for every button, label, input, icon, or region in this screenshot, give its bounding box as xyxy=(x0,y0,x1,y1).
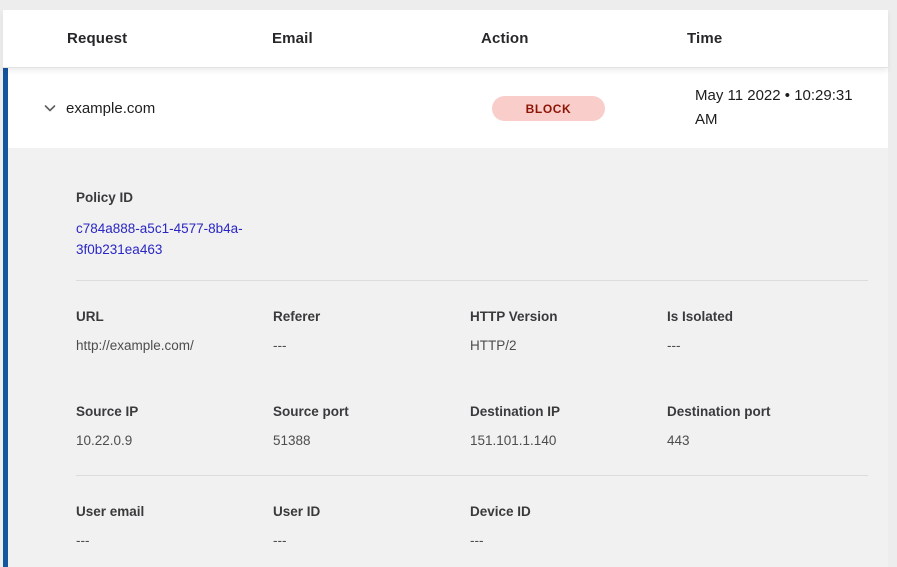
section-divider xyxy=(76,475,868,476)
field-value: 151.101.1.140 xyxy=(470,432,651,449)
column-header-email: Email xyxy=(272,30,481,47)
field-source-port: Source port 51388 xyxy=(273,404,470,449)
field-value: 443 xyxy=(667,432,848,449)
field-label: URL xyxy=(76,309,257,324)
field-device-id: Device ID --- xyxy=(470,504,667,549)
policy-id-section: Policy ID c784a888-a5c1-4577-8b4a-3f0b23… xyxy=(76,190,868,260)
field-label: User email xyxy=(76,504,257,519)
table-header: Request Email Action Time xyxy=(3,10,888,68)
column-header-request: Request xyxy=(67,30,272,47)
expanded-row-group: example.com BLOCK May 11 2022 • 10:29:31… xyxy=(3,68,888,567)
field-value: --- xyxy=(470,532,651,549)
field-empty xyxy=(667,504,864,549)
field-label: Device ID xyxy=(470,504,651,519)
field-value: --- xyxy=(273,337,454,354)
field-http-version: HTTP Version HTTP/2 xyxy=(470,309,667,354)
field-value: 10.22.0.9 xyxy=(76,432,257,449)
field-label: HTTP Version xyxy=(470,309,651,324)
field-user-id: User ID --- xyxy=(273,504,470,549)
field-label: User ID xyxy=(273,504,454,519)
field-label: Is Isolated xyxy=(667,309,848,324)
row-action-cell: BLOCK xyxy=(492,96,695,121)
field-referer: Referer --- xyxy=(273,309,470,354)
policy-id-label: Policy ID xyxy=(76,190,868,205)
column-header-time: Time xyxy=(687,30,888,47)
column-header-action: Action xyxy=(481,30,687,47)
field-label: Referer xyxy=(273,309,454,324)
policy-id-link[interactable]: c784a888-a5c1-4577-8b4a-3f0b231ea463 xyxy=(76,218,273,260)
field-label: Destination IP xyxy=(470,404,651,419)
field-value: --- xyxy=(76,532,257,549)
log-table-card: Request Email Action Time example.com BL… xyxy=(3,10,888,567)
detail-fields-row: URL http://example.com/ Referer --- HTTP… xyxy=(76,309,868,354)
detail-fields-row: User email --- User ID --- Device ID --- xyxy=(76,504,868,549)
field-value: http://example.com/ xyxy=(76,337,257,354)
row-time-value: May 11 2022 • 10:29:31 AM xyxy=(695,84,888,132)
field-is-isolated: Is Isolated --- xyxy=(667,309,864,354)
row-detail-panel: Policy ID c784a888-a5c1-4577-8b4a-3f0b23… xyxy=(8,148,888,567)
chevron-down-icon xyxy=(42,100,58,116)
page-background: Request Email Action Time example.com BL… xyxy=(0,0,897,567)
field-value: HTTP/2 xyxy=(470,337,651,354)
field-label: Destination port xyxy=(667,404,848,419)
field-source-ip: Source IP 10.22.0.9 xyxy=(76,404,273,449)
field-value: --- xyxy=(667,337,848,354)
section-divider xyxy=(76,280,868,281)
field-value: 51388 xyxy=(273,432,454,449)
field-label: Source IP xyxy=(76,404,257,419)
detail-fields-row: Source IP 10.22.0.9 Source port 51388 De… xyxy=(76,404,868,449)
row-expand-toggle[interactable] xyxy=(42,100,66,116)
field-value: --- xyxy=(273,532,454,549)
table-row[interactable]: example.com BLOCK May 11 2022 • 10:29:31… xyxy=(8,68,888,148)
row-request-value: example.com xyxy=(66,100,492,117)
field-label: Source port xyxy=(273,404,454,419)
field-user-email: User email --- xyxy=(76,504,273,549)
field-destination-ip: Destination IP 151.101.1.140 xyxy=(470,404,667,449)
field-url: URL http://example.com/ xyxy=(76,309,273,354)
status-badge-block: BLOCK xyxy=(492,96,605,121)
field-destination-port: Destination port 443 xyxy=(667,404,864,449)
